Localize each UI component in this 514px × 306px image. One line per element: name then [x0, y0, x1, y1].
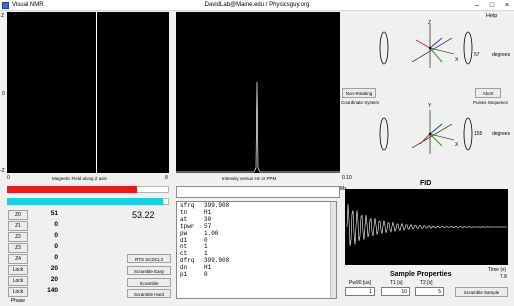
- lock-power-value: 20: [50, 276, 58, 283]
- field-line: [96, 12, 97, 173]
- param-name: p1: [180, 271, 188, 279]
- fid-svg: [346, 204, 508, 246]
- scramble-easy-button[interactable]: Scramble Easy: [127, 266, 171, 275]
- x-left-label: 0: [7, 175, 10, 181]
- shim-value-z2: 0: [54, 232, 58, 239]
- coord-x2-label: X: [455, 142, 459, 148]
- help-menu[interactable]: Help: [486, 13, 497, 19]
- shim-value-z0: 51: [50, 210, 58, 217]
- shim-button-z4[interactable]: Z4: [8, 254, 28, 264]
- lock-level-readout: 53.22: [132, 210, 155, 220]
- fid-title: FID: [420, 180, 432, 187]
- shim-button-z0[interactable]: Z0: [8, 210, 28, 220]
- close-button[interactable]: ×: [500, 0, 514, 11]
- scramble-sample-button[interactable]: Scramble Sample: [455, 287, 508, 297]
- minimize-button[interactable]: –: [470, 0, 484, 11]
- shim-value-z4: 0: [54, 254, 58, 261]
- coord-svg-bottom: [379, 110, 473, 154]
- t1-label: T1 [s]: [390, 280, 403, 286]
- coordinate-view-top: [372, 18, 482, 78]
- coord-x-label: X: [455, 57, 459, 63]
- signal-level-bar: [7, 198, 163, 205]
- coord-svg-top: [379, 24, 473, 68]
- command-input[interactable]: [176, 186, 340, 198]
- lock-phase-button[interactable]: Lock Phase: [8, 287, 28, 304]
- degrees-unit-bottom: degrees: [492, 131, 511, 137]
- degrees-value-top: 57: [474, 52, 480, 58]
- spectrum-plot: [176, 12, 340, 173]
- fid-time-value: 7.8: [500, 274, 507, 280]
- spectrum-svg: [176, 81, 340, 173]
- degrees-unit-top: degrees: [492, 52, 511, 58]
- title-bar: Visual NMR DavidLab@Maine.edu / Physicsg…: [0, 0, 514, 11]
- scramble-hard-button[interactable]: Scramble Hard: [127, 289, 171, 298]
- shim-value-z1: 0: [54, 221, 58, 228]
- sample-properties-title: Sample Properties: [390, 271, 452, 278]
- coordinate-view-bottom: [372, 104, 482, 164]
- lock-level-bar: [7, 186, 137, 193]
- spectrum-x-right: 0.10: [342, 175, 352, 181]
- pw90-input[interactable]: 1: [345, 287, 375, 296]
- t1-input[interactable]: 10: [381, 287, 410, 296]
- t2-input[interactable]: 5: [415, 287, 444, 296]
- fid-trace: [346, 204, 508, 246]
- coord-y-label: Y: [428, 103, 432, 109]
- parameter-scrollbar[interactable]: [330, 202, 336, 298]
- parameter-list[interactable]: sfrq 399.908 tn H1 at 30 tpwr 57 pw 1.00 d1 0 …: [176, 201, 337, 299]
- coord-z-label: Z: [428, 20, 432, 26]
- shim-button-z2[interactable]: Z2: [8, 232, 28, 242]
- param-value: 0: [204, 271, 208, 279]
- non-rotating-button[interactable]: Non-Rotating: [342, 88, 376, 98]
- t2-label: T2 [s]: [420, 280, 433, 286]
- abort-button[interactable]: Abort: [475, 88, 501, 98]
- lock-phase-value: 140: [47, 287, 58, 294]
- shim-button-z3[interactable]: Z3: [8, 243, 28, 253]
- spectrum-caption: Intensity versus Hz or PPM: [222, 176, 277, 181]
- scramble-button[interactable]: Scramble: [127, 278, 171, 287]
- shim-button-z1[interactable]: Z1: [8, 221, 28, 231]
- maximize-button[interactable]: □: [485, 0, 499, 11]
- param-row: p1 0: [180, 271, 229, 279]
- z-bottom-label: -Z: [0, 168, 5, 174]
- z-mid-label: 0: [2, 91, 5, 97]
- lock-power-button[interactable]: Lock Power: [8, 276, 28, 293]
- degrees-value-bottom: 155: [474, 131, 483, 137]
- rts-button[interactable]: RTS SCDCL3: [127, 254, 171, 263]
- magnetic-plot-caption: Magnetic Field along Z axis: [52, 176, 107, 181]
- window-center-title: DavidLab@Maine.edu / Physicsguy.org: [204, 2, 310, 8]
- x-right-label: 8: [165, 175, 168, 181]
- parameter-rows: sfrq 399.908 tn H1 at 30 tpwr 57 pw 1.00 d1 0 …: [180, 202, 229, 279]
- spectrum-peak: [176, 81, 340, 173]
- shim-value-z3: 0: [54, 243, 58, 250]
- magnetic-field-plot: [7, 12, 169, 173]
- pw90-label: Pw90 [us]: [349, 280, 371, 286]
- z-top-label: Z: [1, 13, 5, 19]
- fid-time-label: Time (s): [488, 267, 507, 273]
- lock-gain-button[interactable]: Lock Gain: [8, 265, 28, 282]
- lock-gain-value: 20: [50, 265, 58, 272]
- fid-plot: [345, 189, 508, 265]
